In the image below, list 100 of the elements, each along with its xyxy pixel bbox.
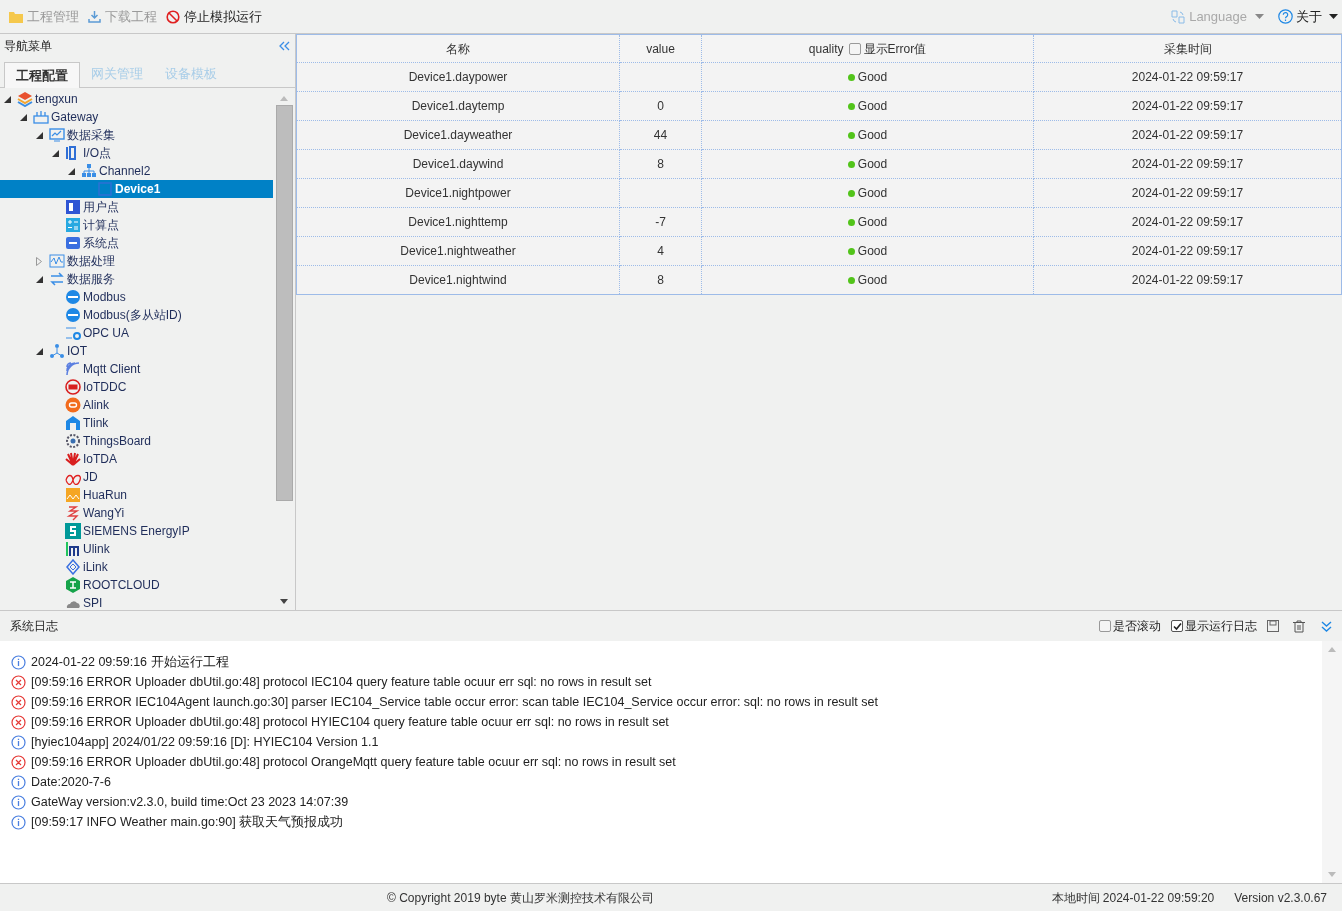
- table-cell: Device1.dayweather: [403, 128, 513, 142]
- tree-item[interactable]: Ulink: [0, 540, 273, 558]
- table-cell: Device1.nightweather: [400, 244, 516, 258]
- expanded-icon[interactable]: [36, 131, 43, 139]
- sidebar-title: 导航菜单: [4, 38, 52, 55]
- tree-label: 计算点: [83, 217, 119, 234]
- table-cell: -7: [655, 215, 666, 229]
- table-cell: 2024-01-22 09:59:17: [1131, 186, 1244, 200]
- m-logo-icon: [65, 541, 81, 557]
- caret-icon: [1255, 14, 1264, 19]
- expanded-icon[interactable]: [52, 149, 59, 157]
- checkbox-label: 显示运行日志: [1185, 618, 1257, 635]
- tree-item[interactable]: Device1: [0, 180, 273, 198]
- info-icon: [11, 734, 26, 750]
- tree-item[interactable]: WangYi: [0, 504, 273, 522]
- column-header: quality: [808, 40, 844, 58]
- swirl-logo-icon: [65, 505, 81, 521]
- hexagon-logo-icon: [65, 577, 81, 593]
- tree-item[interactable]: Channel2: [0, 162, 273, 180]
- tree-item[interactable]: OPC UA: [0, 324, 273, 342]
- checkbox[interactable]: [848, 42, 861, 55]
- system-icon: [65, 235, 81, 251]
- tree-item[interactable]: HuaRun: [0, 486, 273, 504]
- chevrons-down-icon[interactable]: [1321, 620, 1332, 632]
- caret-icon: [1329, 14, 1338, 19]
- toolbar-button[interactable]: 停止模拟运行: [166, 6, 262, 27]
- tree-item[interactable]: ROOTCLOUD: [0, 576, 273, 594]
- tree-label: Tlink: [83, 415, 109, 432]
- tree-label: iLink: [83, 559, 108, 576]
- expanded-icon[interactable]: [36, 347, 43, 355]
- tree-label: Mqtt Client: [83, 361, 141, 378]
- tree-item[interactable]: Gateway: [0, 108, 273, 126]
- device-icon: [97, 181, 113, 197]
- table-cell: 2024-01-22 09:59:17: [1131, 273, 1244, 287]
- network-nodes-icon: [49, 343, 65, 359]
- about-menu[interactable]: 关于: [1278, 6, 1338, 27]
- expanded-icon[interactable]: [36, 275, 43, 283]
- tree-item[interactable]: 数据采集: [0, 126, 273, 144]
- tree-item[interactable]: Tlink: [0, 414, 273, 432]
- tree-item[interactable]: 计算点: [0, 216, 273, 234]
- scroll-down-icon[interactable]: [280, 599, 288, 604]
- tree-item[interactable]: ThingsBoard: [0, 432, 273, 450]
- table-cell: Device1.daytemp: [411, 99, 505, 113]
- trash-icon[interactable]: [1293, 619, 1305, 633]
- log-entry: [hyiec104app] 2024/01/22 09:59:16 [D]: HYIEC104 Version 1.1: [31, 733, 379, 751]
- tree-item[interactable]: 用户点: [0, 198, 273, 216]
- error-icon: [11, 754, 26, 770]
- tree-item[interactable]: Modbus(多从站ID): [0, 306, 273, 324]
- tree-item[interactable]: Mqtt Client: [0, 360, 273, 378]
- tree-item[interactable]: JD: [0, 468, 273, 486]
- tree-label: Modbus(多从站ID): [83, 307, 182, 324]
- table-cell-text: Good: [857, 185, 888, 203]
- hierarchy-icon: [81, 163, 97, 179]
- table-cell: 2024-01-22 09:59:17: [1131, 99, 1244, 113]
- info-icon: [11, 774, 26, 790]
- tree-item[interactable]: SIEMENS EnergyIP: [0, 522, 273, 540]
- signal-icon: [65, 361, 81, 377]
- tree-item[interactable]: Modbus: [0, 288, 273, 306]
- tree-item[interactable]: tengxun: [0, 90, 273, 108]
- table-cell: Device1.nighttemp: [408, 215, 508, 229]
- column-header: 名称: [446, 41, 470, 56]
- checkbox[interactable]: [1171, 620, 1183, 632]
- checkbox[interactable]: [1099, 620, 1111, 632]
- table-cell: Device1.daywind: [412, 157, 504, 171]
- error-icon: [11, 714, 26, 730]
- version-text: Version v2.3.0.67: [1234, 889, 1327, 907]
- tree-label: IoTDA: [83, 451, 117, 468]
- tree-label: IOT: [67, 343, 87, 360]
- collapse-icon[interactable]: [279, 41, 291, 51]
- tree-item[interactable]: IoTDA: [0, 450, 273, 468]
- download-icon: [88, 10, 101, 23]
- local-time-label: 本地时间: [1051, 889, 1100, 907]
- table-cell: 2024-01-22 09:59:17: [1131, 70, 1244, 84]
- tree-item[interactable]: IOT: [0, 342, 273, 360]
- checkbox-label: 显示Error值: [863, 40, 927, 58]
- table-cell: Device1.nightwind: [409, 273, 507, 287]
- tree-item[interactable]: IoTDDC: [0, 378, 273, 396]
- error-icon: [11, 674, 26, 690]
- tree-item[interactable]: I/O点: [0, 144, 273, 162]
- exchange-icon: [49, 271, 65, 287]
- table-cell-text: Good: [857, 69, 888, 87]
- folder-icon: [9, 10, 23, 23]
- expanded-icon[interactable]: [20, 113, 27, 121]
- tree-label: Channel2: [99, 163, 151, 180]
- tree-item[interactable]: 数据处理: [0, 252, 273, 270]
- tree-item[interactable]: iLink: [0, 558, 273, 576]
- expanded-icon[interactable]: [4, 95, 11, 103]
- tree-item[interactable]: SPI: [0, 594, 273, 610]
- column-header: 采集时间: [1163, 41, 1212, 56]
- save-icon[interactable]: [1267, 620, 1279, 632]
- tree-item[interactable]: 数据服务: [0, 270, 273, 288]
- tree-item[interactable]: 系统点: [0, 234, 273, 252]
- table-cell: Device1.nightpower: [405, 186, 511, 200]
- tree-item[interactable]: Alink: [0, 396, 273, 414]
- layers-icon: [17, 91, 33, 107]
- sidebar-tab[interactable]: 工程配置: [4, 62, 80, 88]
- expanded-icon[interactable]: [68, 167, 75, 175]
- flower-logo-icon: [65, 451, 81, 467]
- monitor-icon: [49, 127, 65, 143]
- tree-label: OPC UA: [83, 325, 129, 342]
